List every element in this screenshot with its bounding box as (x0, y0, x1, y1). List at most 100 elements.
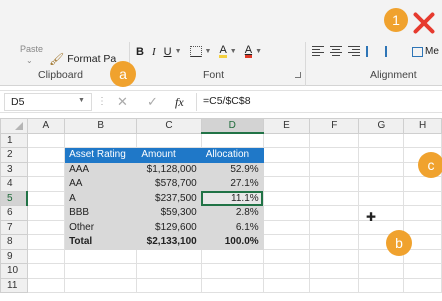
cell[interactable] (309, 132, 360, 148)
borders-dropdown-icon[interactable]: ▼ (205, 48, 212, 55)
cell[interactable] (309, 248, 360, 264)
row-header[interactable]: 7 (0, 219, 28, 235)
cell[interactable] (262, 205, 311, 221)
rating-cell[interactable]: A (64, 190, 138, 206)
fill-color-dropdown-icon[interactable]: ▼ (230, 48, 237, 55)
cell[interactable] (403, 190, 442, 206)
italic-button[interactable]: I (152, 46, 156, 58)
row-header[interactable]: 3 (0, 161, 28, 177)
selected-cell[interactable]: 11.1% (200, 190, 264, 206)
cell[interactable] (200, 132, 264, 148)
bold-button[interactable]: B (136, 46, 144, 58)
merge-button[interactable]: Me (412, 46, 439, 57)
align-right-icon[interactable] (348, 46, 360, 56)
amount-cell[interactable]: $129,600 (136, 219, 202, 235)
formula-input[interactable]: =C5/$C$8 (196, 93, 442, 111)
amount-cell[interactable]: $1,128,000 (136, 161, 202, 177)
cell[interactable] (26, 263, 66, 279)
rating-cell[interactable]: AA (64, 176, 138, 192)
column-header-g[interactable]: G (358, 118, 405, 134)
cell[interactable] (403, 176, 442, 192)
cell[interactable] (262, 147, 311, 163)
cell[interactable] (262, 248, 311, 264)
insert-function-icon[interactable]: fx (175, 95, 184, 110)
close-icon[interactable] (411, 10, 437, 36)
cell[interactable] (136, 263, 202, 279)
column-header-e[interactable]: E (262, 118, 311, 134)
cell[interactable] (200, 248, 264, 264)
cell[interactable] (136, 277, 202, 293)
cell[interactable] (309, 147, 360, 163)
cell[interactable] (309, 234, 360, 250)
allocation-cell[interactable]: 27.1% (200, 176, 264, 192)
allocation-cell[interactable]: 6.1% (200, 219, 264, 235)
name-box-dropdown-icon[interactable]: ▼ (78, 97, 85, 104)
cell[interactable] (26, 147, 66, 163)
cell[interactable] (64, 277, 138, 293)
cancel-entry-icon[interactable]: ✕ (117, 94, 128, 110)
column-header-d[interactable]: D (200, 118, 264, 134)
cell[interactable] (309, 190, 360, 206)
cell[interactable] (262, 234, 311, 250)
rating-cell[interactable]: Other (64, 219, 138, 235)
cell[interactable] (26, 190, 66, 206)
cell[interactable] (358, 263, 405, 279)
cell[interactable] (200, 263, 264, 279)
column-header-b[interactable]: B (64, 118, 138, 134)
cell[interactable] (309, 219, 360, 235)
row-header[interactable]: 4 (0, 176, 28, 192)
cell[interactable] (403, 205, 442, 221)
column-header-h[interactable]: H (403, 118, 442, 134)
cell[interactable] (262, 219, 311, 235)
align-left-icon[interactable] (312, 46, 324, 56)
total-amount-cell[interactable]: $2,133,100 (136, 234, 202, 250)
cell[interactable] (358, 176, 405, 192)
cell[interactable] (26, 176, 66, 192)
font-color-dropdown-icon[interactable]: ▼ (255, 48, 262, 55)
cell[interactable] (262, 176, 311, 192)
fill-color-icon[interactable]: A (219, 45, 227, 58)
allocation-cell[interactable]: 52.9% (200, 161, 264, 177)
cell[interactable] (309, 277, 360, 293)
cell[interactable] (26, 132, 66, 148)
cell[interactable] (358, 277, 405, 293)
cell[interactable] (26, 161, 66, 177)
amount-cell[interactable]: $237,500 (136, 190, 202, 206)
paste-dropdown-icon[interactable]: ⌄ (26, 56, 33, 65)
total-label-cell[interactable]: Total (64, 234, 138, 250)
cell[interactable] (26, 277, 66, 293)
rating-cell[interactable]: AAA (64, 161, 138, 177)
borders-icon[interactable] (189, 46, 202, 57)
total-allocation-cell[interactable]: 100.0% (200, 234, 264, 250)
cell[interactable] (403, 263, 442, 279)
row-header[interactable]: 8 (0, 234, 28, 250)
row-header[interactable]: 6 (0, 205, 28, 221)
header-cell-amount[interactable]: Amount (136, 147, 202, 163)
cell[interactable] (64, 132, 138, 148)
cell[interactable] (403, 219, 442, 235)
rating-cell[interactable]: BBB (64, 205, 138, 221)
cell[interactable] (26, 205, 66, 221)
cell[interactable] (26, 234, 66, 250)
cell[interactable] (309, 205, 360, 221)
confirm-entry-icon[interactable]: ✓ (147, 94, 158, 110)
cell[interactable] (200, 277, 264, 293)
increase-indent-icon[interactable] (385, 46, 398, 57)
column-header-f[interactable]: F (309, 118, 360, 134)
cell[interactable] (262, 263, 311, 279)
cell[interactable] (136, 248, 202, 264)
cell[interactable] (309, 176, 360, 192)
cell[interactable] (403, 132, 442, 148)
cell[interactable] (262, 161, 311, 177)
cell[interactable] (262, 277, 311, 293)
column-header-c[interactable]: C (136, 118, 202, 134)
font-color-icon[interactable]: A (244, 45, 253, 58)
row-header[interactable]: 1 (0, 132, 28, 148)
font-dialog-launcher-icon[interactable] (295, 72, 301, 78)
row-header[interactable]: 10 (0, 263, 28, 279)
cell[interactable] (26, 248, 66, 264)
cell[interactable] (358, 161, 405, 177)
amount-cell[interactable]: $59,300 (136, 205, 202, 221)
decrease-indent-icon[interactable] (366, 46, 379, 57)
row-header[interactable]: 9 (0, 248, 28, 264)
